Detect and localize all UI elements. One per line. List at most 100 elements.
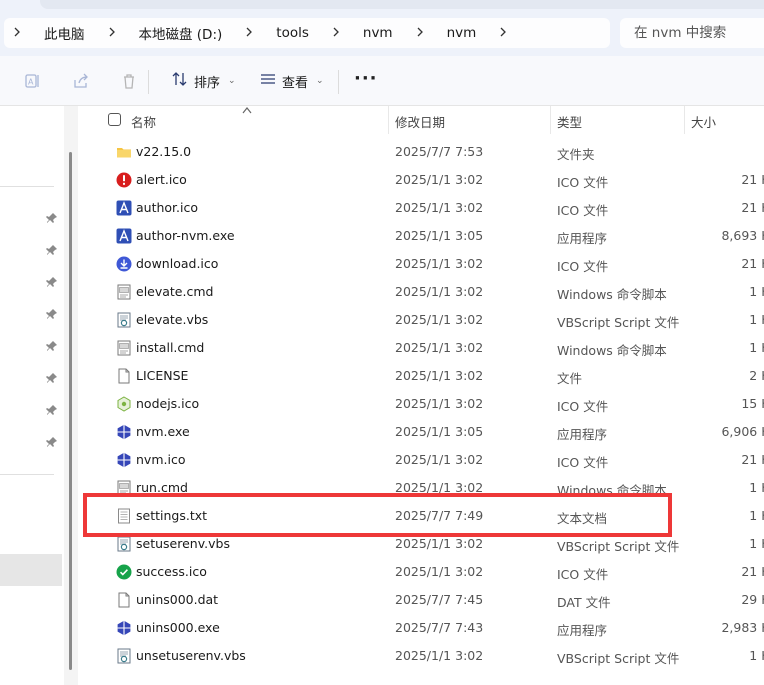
- file-row[interactable]: download.ico 2025/1/1 3:02 ICO 文件 21 KB: [78, 250, 764, 278]
- file-name[interactable]: author-nvm.exe: [136, 228, 235, 243]
- file-row[interactable]: nvm.ico 2025/1/1 3:02 ICO 文件 21 KB: [78, 446, 764, 474]
- file-name[interactable]: download.ico: [136, 256, 218, 271]
- pin-icon[interactable]: [46, 404, 58, 416]
- file-type: VBScript Script 文件: [557, 315, 680, 330]
- chevron-right-icon[interactable]: [4, 26, 30, 41]
- file-type: Windows 命令脚本: [557, 483, 667, 498]
- sort-icon: [172, 71, 188, 91]
- column-header-type[interactable]: 类型: [557, 112, 582, 131]
- file-modified-date: 2025/7/7 7:43: [395, 620, 484, 635]
- column-header-size[interactable]: 大小: [691, 112, 716, 131]
- file-name[interactable]: unins000.dat: [136, 592, 218, 607]
- file-row[interactable]: setuserenv.vbs 2025/1/1 3:02 VBScript Scri…: [78, 530, 764, 558]
- file-row[interactable]: success.ico 2025/1/1 3:02 ICO 文件 21 KB: [78, 558, 764, 586]
- file-modified-date: 2025/1/1 3:02: [395, 200, 484, 215]
- pin-icon[interactable]: [46, 212, 58, 224]
- alert-icon: [116, 172, 132, 188]
- breadcrumb-item[interactable]: nvm: [433, 25, 491, 41]
- search-input[interactable]: 在 nvm 中搜索: [620, 18, 764, 48]
- file-name[interactable]: elevate.cmd: [136, 284, 213, 299]
- file-row[interactable]: LICENSE 2025/1/1 3:02 文件 2 KB: [78, 362, 764, 390]
- address-row: 此电脑 本地磁盘 (D:) tools nvm nvm 在 nvm 中搜索: [0, 12, 764, 56]
- file-name[interactable]: v22.15.0: [136, 144, 191, 159]
- file-size: 21 KB: [741, 564, 764, 579]
- file-row[interactable]: v22.15.0 2025/7/7 7:53 文件夹: [78, 138, 764, 166]
- breadcrumb-item[interactable]: 此电脑: [30, 23, 99, 43]
- nav-scrollbar-thumb[interactable]: [69, 152, 72, 670]
- file-row[interactable]: unsetuserenv.vbs 2025/1/1 3:02 VBScript Sc…: [78, 642, 764, 670]
- column-header-name[interactable]: 名称: [131, 112, 156, 131]
- breadcrumb-item[interactable]: 本地磁盘 (D:): [125, 23, 237, 43]
- file-size: 2 KB: [749, 368, 764, 383]
- sort-button[interactable]: 排序 ⌄: [172, 70, 236, 92]
- toolbar-divider: [148, 70, 149, 94]
- pin-icon[interactable]: [46, 244, 58, 256]
- file-size: 1 KB: [749, 340, 764, 355]
- chevron-down-icon: ⌄: [316, 76, 324, 86]
- column-separator[interactable]: [684, 106, 685, 134]
- select-all-checkbox[interactable]: [108, 113, 121, 126]
- rename-icon[interactable]: A: [24, 72, 42, 90]
- pin-icon[interactable]: [46, 436, 58, 448]
- chevron-right-icon[interactable]: [99, 26, 125, 41]
- sort-label: 排序: [194, 75, 221, 91]
- file-row[interactable]: unins000.exe 2025/7/7 7:43 应用程序 2,983 KB: [78, 614, 764, 642]
- column-header-date[interactable]: 修改日期: [395, 112, 445, 131]
- pin-icon[interactable]: [46, 308, 58, 320]
- file-name[interactable]: run.cmd: [136, 480, 188, 495]
- file-modified-date: 2025/1/1 3:02: [395, 172, 484, 187]
- blank-file-icon: [116, 368, 132, 384]
- file-size: 1 KB: [749, 648, 764, 663]
- file-name[interactable]: settings.txt: [136, 508, 207, 523]
- chevron-right-icon[interactable]: [236, 26, 262, 41]
- view-button[interactable]: 查看 ⌄: [260, 70, 324, 92]
- address-bar[interactable]: 此电脑 本地磁盘 (D:) tools nvm nvm: [4, 18, 610, 48]
- delete-icon[interactable]: [120, 72, 138, 90]
- file-list: 名称 修改日期 类型 大小 v22.15.0 2025/7/7 7:53 文件夹 al…: [78, 106, 764, 685]
- pin-icon[interactable]: [46, 372, 58, 384]
- file-name[interactable]: install.cmd: [136, 340, 204, 355]
- file-row[interactable]: author-nvm.exe 2025/1/1 3:05 应用程序 8,693 KB: [78, 222, 764, 250]
- file-name[interactable]: unins000.exe: [136, 620, 220, 635]
- cmd-file-icon: [116, 480, 132, 496]
- pin-icon[interactable]: [46, 340, 58, 352]
- nodejs-icon: [116, 396, 132, 412]
- column-separator[interactable]: [388, 106, 389, 134]
- nav-selected-item[interactable]: [0, 554, 62, 586]
- chevron-right-icon[interactable]: [407, 26, 433, 41]
- column-separator[interactable]: [550, 106, 551, 134]
- chevron-right-icon[interactable]: [323, 26, 349, 41]
- file-name[interactable]: LICENSE: [136, 368, 188, 383]
- file-name[interactable]: author.ico: [136, 200, 198, 215]
- file-row[interactable]: author.ico 2025/1/1 3:02 ICO 文件 21 KB: [78, 194, 764, 222]
- file-name[interactable]: setuserenv.vbs: [136, 536, 230, 551]
- file-name[interactable]: unsetuserenv.vbs: [136, 648, 246, 663]
- file-size: 21 KB: [741, 172, 764, 187]
- pin-icon[interactable]: [46, 276, 58, 288]
- share-icon[interactable]: [72, 72, 90, 90]
- file-name[interactable]: elevate.vbs: [136, 312, 208, 327]
- toolbar-divider: [338, 70, 339, 94]
- file-name[interactable]: alert.ico: [136, 172, 187, 187]
- file-row[interactable]: install.cmd 2025/1/1 3:02 Windows 命令脚本 1 KB: [78, 334, 764, 362]
- file-row[interactable]: run.cmd 2025/1/1 3:02 Windows 命令脚本 1 KB: [78, 474, 764, 502]
- file-name[interactable]: nvm.exe: [136, 424, 190, 439]
- breadcrumb-item[interactable]: nvm: [349, 25, 407, 41]
- chevron-right-icon[interactable]: [490, 26, 516, 41]
- author-icon: [116, 200, 132, 216]
- file-name[interactable]: success.ico: [136, 564, 207, 579]
- more-options-button[interactable]: ···: [354, 70, 378, 88]
- nvm-icon: [116, 424, 132, 440]
- breadcrumb-item[interactable]: tools: [262, 25, 323, 41]
- file-row[interactable]: elevate.vbs 2025/1/1 3:02 VBScript Script …: [78, 306, 764, 334]
- file-row[interactable]: alert.ico 2025/1/1 3:02 ICO 文件 21 KB: [78, 166, 764, 194]
- file-name[interactable]: nodejs.ico: [136, 396, 199, 411]
- nvm-icon: [116, 620, 132, 636]
- file-row[interactable]: elevate.cmd 2025/1/1 3:02 Windows 命令脚本 1 KB: [78, 278, 764, 306]
- file-name[interactable]: nvm.ico: [136, 452, 185, 467]
- file-row[interactable]: nodejs.ico 2025/1/1 3:02 ICO 文件 15 KB: [78, 390, 764, 418]
- file-modified-date: 2025/1/1 3:02: [395, 396, 484, 411]
- file-row[interactable]: nvm.exe 2025/1/1 3:05 应用程序 6,906 KB: [78, 418, 764, 446]
- file-row[interactable]: unins000.dat 2025/7/7 7:45 DAT 文件 29 KB: [78, 586, 764, 614]
- file-row[interactable]: settings.txt 2025/7/7 7:49 文本文档 1 KB: [78, 502, 764, 530]
